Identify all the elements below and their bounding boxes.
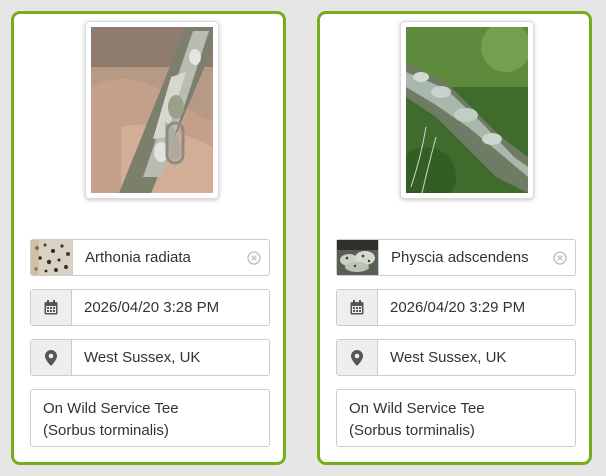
datetime-value: 2026/04/20 3:28 PM <box>84 299 220 316</box>
observation-photo[interactable] <box>400 21 534 199</box>
species-field[interactable]: Physcia adscendens <box>336 239 576 276</box>
map-marker-icon <box>337 340 378 375</box>
observation-photo[interactable] <box>85 21 219 199</box>
species-name: Arthonia radiata <box>85 249 191 266</box>
calendar-icon <box>31 290 72 325</box>
lichen-branch-photo <box>91 27 213 193</box>
observation-card: Arthonia radiata 2026/04/20 3:28 PM West… <box>11 11 286 465</box>
note-field[interactable]: On Wild Service Tee (Sorbus torminalis) <box>336 389 576 447</box>
datetime-value: 2026/04/20 3:29 PM <box>390 299 526 316</box>
species-name: Physcia adscendens <box>391 249 529 266</box>
location-field[interactable]: West Sussex, UK <box>336 339 576 376</box>
datetime-field[interactable]: 2026/04/20 3:28 PM <box>30 289 270 326</box>
note-text: On Wild Service Tee (Sorbus torminalis) <box>43 400 179 439</box>
location-value: West Sussex, UK <box>84 349 201 366</box>
species-field[interactable]: Arthonia radiata <box>30 239 270 276</box>
note-field[interactable]: On Wild Service Tee (Sorbus torminalis) <box>30 389 270 447</box>
species-thumbnail <box>31 240 73 275</box>
location-value: West Sussex, UK <box>390 349 507 366</box>
calendar-icon <box>337 290 378 325</box>
map-marker-icon <box>31 340 72 375</box>
location-field[interactable]: West Sussex, UK <box>30 339 270 376</box>
clear-icon[interactable] <box>545 240 575 275</box>
observation-card: Physcia adscendens 2026/04/20 3:29 PM We… <box>317 11 592 465</box>
datetime-field[interactable]: 2026/04/20 3:29 PM <box>336 289 576 326</box>
clear-icon[interactable] <box>239 240 269 275</box>
species-thumbnail <box>337 240 379 275</box>
note-text: On Wild Service Tee (Sorbus torminalis) <box>349 400 485 439</box>
lichen-branch-photo <box>406 27 528 193</box>
